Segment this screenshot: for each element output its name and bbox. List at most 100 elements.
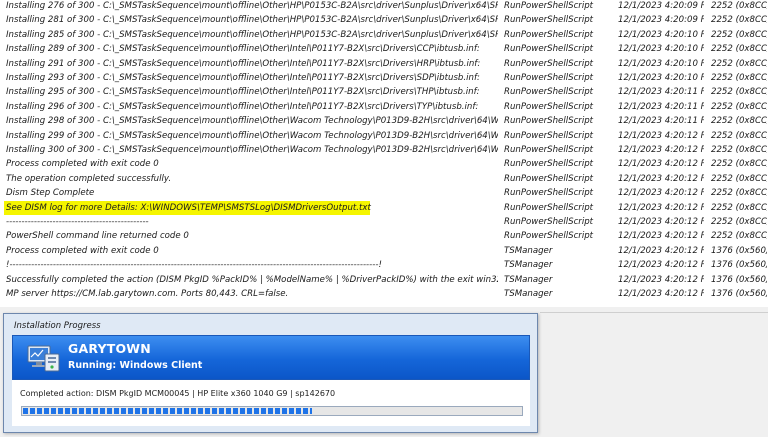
log-row[interactable]: Installing 300 of 300 - C:\_SMSTaskSeque… <box>0 143 768 157</box>
log-component: RunPowerShellScript <box>504 15 594 25</box>
log-datetime: 12/1/2023 4:20:10 PM <box>618 73 704 83</box>
log-component: RunPowerShellScript <box>504 1 594 11</box>
log-message: See DISM log for more Details: X:\WINDOW… <box>6 203 371 213</box>
log-thread: 2252 (0x8CC) <box>711 145 767 155</box>
log-row[interactable]: Installing 276 of 300 - C:\_SMSTaskSeque… <box>0 0 768 13</box>
log-datetime: 12/1/2023 4:20:12 PM <box>618 260 704 270</box>
log-component: TSManager <box>504 260 553 270</box>
log-component: RunPowerShellScript <box>504 73 594 83</box>
progress-fill <box>23 408 312 414</box>
log-message: Process completed with exit code 0 <box>6 246 159 256</box>
log-row[interactable]: The operation completed successfully. Run… <box>0 172 768 186</box>
log-datetime: 12/1/2023 4:20:12 PM <box>618 131 704 141</box>
log-component: TSManager <box>504 246 553 256</box>
log-row[interactable]: Installing 295 of 300 - C:\_SMSTaskSeque… <box>0 85 768 99</box>
progress-bar <box>21 406 523 416</box>
log-row[interactable]: Successfully completed the action (DISM … <box>0 273 768 287</box>
dialog-title: Installation Progress <box>14 321 101 331</box>
log-message: Process completed with exit code 0 <box>6 159 159 169</box>
log-component: RunPowerShellScript <box>504 59 594 69</box>
log-thread: 2252 (0x8CC) <box>711 131 767 141</box>
log-datetime: 12/1/2023 4:20:10 PM <box>618 30 704 40</box>
log-row[interactable]: MP server https://CM.lab.garytown.com. P… <box>0 287 768 301</box>
computer-install-icon <box>27 345 60 372</box>
log-row[interactable]: !---------------------------------------… <box>0 258 768 272</box>
log-thread: 1376 (0x560) <box>711 246 767 256</box>
log-message: Installing 276 of 300 - C:\_SMSTaskSeque… <box>6 1 498 11</box>
log-thread: 1376 (0x560) <box>711 260 767 270</box>
log-message: The operation completed successfully. <box>6 174 172 184</box>
log-message: Dism Step Complete <box>6 188 95 198</box>
log-component: RunPowerShellScript <box>504 116 594 126</box>
log-row[interactable]: Installing 293 of 300 - C:\_SMSTaskSeque… <box>0 71 768 85</box>
log-row[interactable]: Installing 299 of 300 - C:\_SMSTaskSeque… <box>0 129 768 143</box>
log-thread: 2252 (0x8CC) <box>711 231 767 241</box>
log-datetime: 12/1/2023 4:20:11 PM <box>618 87 704 97</box>
log-thread: 2252 (0x8CC) <box>711 44 767 54</box>
log-datetime: 12/1/2023 4:20:09 PM <box>618 15 704 25</box>
log-thread: 2252 (0x8CC) <box>711 116 767 126</box>
log-component: RunPowerShellScript <box>504 145 594 155</box>
log-message: Installing 285 of 300 - C:\_SMSTaskSeque… <box>6 30 498 40</box>
log-component: RunPowerShellScript <box>504 231 594 241</box>
log-component: RunPowerShellScript <box>504 159 594 169</box>
completed-action-text: Completed action: DISM PkgID MCM00045 | … <box>20 389 336 398</box>
installation-progress-dialog: Installation Progress GARYTOWN Running: … <box>3 313 538 433</box>
log-datetime: 12/1/2023 4:20:11 PM <box>618 102 704 112</box>
log-datetime: 12/1/2023 4:20:12 PM <box>618 145 704 155</box>
log-component: RunPowerShellScript <box>504 174 594 184</box>
log-message: Installing 293 of 300 - C:\_SMSTaskSeque… <box>6 73 480 83</box>
log-message: Installing 296 of 300 - C:\_SMSTaskSeque… <box>6 102 479 112</box>
log-message: ----------------------------------------… <box>6 217 149 227</box>
log-thread: 2252 (0x8CC) <box>711 1 767 11</box>
log-message: !---------------------------------------… <box>6 260 382 270</box>
log-datetime: 12/1/2023 4:20:12 PM <box>618 174 704 184</box>
log-row[interactable]: Installing 296 of 300 - C:\_SMSTaskSeque… <box>0 100 768 114</box>
log-row[interactable]: Dism Step Complete RunPowerShellScript 12/… <box>0 186 768 200</box>
running-status: Running: Windows Client <box>68 360 203 371</box>
log-datetime: 12/1/2023 4:20:12 PM <box>618 203 704 213</box>
log-row[interactable]: Installing 291 of 300 - C:\_SMSTaskSeque… <box>0 57 768 71</box>
log-datetime: 12/1/2023 4:20:12 PM <box>618 188 704 198</box>
log-datetime: 12/1/2023 4:20:09 PM <box>618 1 704 11</box>
log-thread: 2252 (0x8CC) <box>711 73 767 83</box>
log-row[interactable]: Installing 298 of 300 - C:\_SMSTaskSeque… <box>0 114 768 128</box>
log-datetime: 12/1/2023 4:20:12 PM <box>618 159 704 169</box>
log-row[interactable]: Process completed with exit code 0 RunPow… <box>0 157 768 171</box>
log-thread: 2252 (0x8CC) <box>711 87 767 97</box>
log-row[interactable]: Installing 285 of 300 - C:\_SMSTaskSeque… <box>0 28 768 42</box>
log-thread: 2252 (0x8CC) <box>711 188 767 198</box>
log-message: Installing 289 of 300 - C:\_SMSTaskSeque… <box>6 44 480 54</box>
log-datetime: 12/1/2023 4:20:12 PM <box>618 231 704 241</box>
log-message: Installing 299 of 300 - C:\_SMSTaskSeque… <box>6 131 498 141</box>
log-row[interactable]: Installing 281 of 300 - C:\_SMSTaskSeque… <box>0 13 768 27</box>
log-component: RunPowerShellScript <box>504 102 594 112</box>
log-message: Successfully completed the action (DISM … <box>6 275 498 285</box>
log-component: RunPowerShellScript <box>504 87 594 97</box>
log-component: RunPowerShellScript <box>504 188 594 198</box>
log-thread: 2252 (0x8CC) <box>711 30 767 40</box>
log-component: RunPowerShellScript <box>504 203 594 213</box>
log-thread: 2252 (0x8CC) <box>711 217 767 227</box>
log-message: PowerShell command line returned code 0 <box>6 231 189 241</box>
log-component: RunPowerShellScript <box>504 217 594 227</box>
log-row[interactable]: See DISM log for more Details: X:\WINDOW… <box>0 201 768 215</box>
log-viewer: Installing 276 of 300 - C:\_SMSTaskSeque… <box>0 0 768 307</box>
log-row[interactable]: Installing 289 of 300 - C:\_SMSTaskSeque… <box>0 42 768 56</box>
organization-name: GARYTOWN <box>68 341 151 356</box>
log-component: RunPowerShellScript <box>504 131 594 141</box>
log-row[interactable]: PowerShell command line returned code 0 R… <box>0 229 768 243</box>
log-row[interactable]: ----------------------------------------… <box>0 215 768 229</box>
log-message: Installing 295 of 300 - C:\_SMSTaskSeque… <box>6 87 480 97</box>
status-banner: GARYTOWN Running: Windows Client <box>12 335 530 380</box>
log-thread: 2252 (0x8CC) <box>711 102 767 112</box>
log-datetime: 12/1/2023 4:20:10 PM <box>618 44 704 54</box>
log-message: Installing 298 of 300 - C:\_SMSTaskSeque… <box>6 116 498 126</box>
log-row[interactable]: Process completed with exit code 0 TSMana… <box>0 244 768 258</box>
divider <box>540 312 768 313</box>
log-thread: 2252 (0x8CC) <box>711 203 767 213</box>
log-datetime: 12/1/2023 4:20:12 PM <box>618 246 704 256</box>
log-component: TSManager <box>504 275 553 285</box>
log-datetime: 12/1/2023 4:20:12 PM <box>618 289 704 299</box>
log-datetime: 12/1/2023 4:20:10 PM <box>618 59 704 69</box>
